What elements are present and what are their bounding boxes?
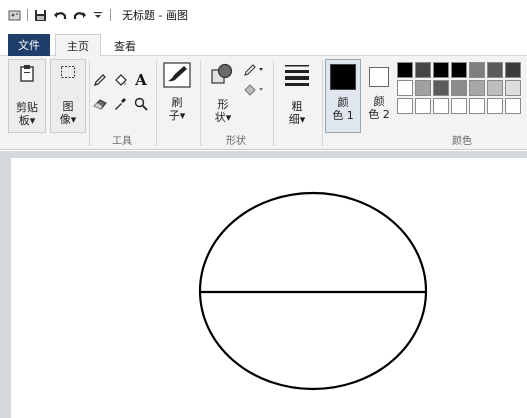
canvas-workspace bbox=[0, 151, 527, 418]
tools-group-label: 工具 bbox=[112, 136, 132, 147]
line-width-icon bbox=[283, 63, 311, 90]
palette-swatch[interactable] bbox=[415, 98, 431, 114]
size-label-1: 粗 bbox=[291, 100, 303, 113]
size-group: 粗 细▾ bbox=[274, 56, 320, 150]
ribbon-tab-bar: 文件 主页 查看 bbox=[0, 30, 527, 57]
palette-swatch[interactable] bbox=[415, 62, 431, 78]
image-label-1: 图 bbox=[62, 100, 74, 113]
clipboard-label-2: 板▾ bbox=[18, 114, 36, 127]
image-button[interactable]: 图 像▾ bbox=[50, 59, 86, 133]
image-label-2: 像▾ bbox=[59, 113, 77, 126]
palette-swatch[interactable] bbox=[469, 80, 485, 96]
size-button[interactable]: 粗 细▾ bbox=[279, 59, 315, 133]
palette-swatch[interactable] bbox=[451, 80, 467, 96]
image-group: 图 像▾ bbox=[50, 56, 86, 150]
pencil-icon[interactable] bbox=[92, 72, 108, 88]
palette-swatch[interactable] bbox=[433, 62, 449, 78]
color-1-button[interactable]: 颜 色 1 bbox=[325, 59, 361, 133]
colors-group: 颜色 bbox=[397, 56, 527, 150]
redo-icon[interactable] bbox=[73, 8, 87, 22]
palette-swatch[interactable] bbox=[469, 98, 485, 114]
palette-swatch[interactable] bbox=[397, 98, 413, 114]
color-2-label-1: 颜 bbox=[373, 95, 385, 108]
quick-access-separator bbox=[27, 9, 28, 21]
customize-dropdown-icon[interactable] bbox=[91, 8, 105, 22]
palette-swatch[interactable] bbox=[451, 98, 467, 114]
palette-swatch[interactable] bbox=[505, 98, 521, 114]
shapes-button[interactable]: 形 状▾ bbox=[205, 59, 241, 133]
window-title: 无标题 - 画图 bbox=[122, 9, 188, 22]
tab-view[interactable]: 查看 bbox=[103, 34, 147, 57]
colors-group-label: 颜色 bbox=[452, 136, 472, 147]
color-2-swatch bbox=[369, 67, 389, 87]
color-1-label-1: 颜 bbox=[337, 96, 349, 109]
shapes-group-label: 形状 bbox=[226, 136, 246, 147]
palette-swatch[interactable] bbox=[415, 80, 431, 96]
palette-swatch[interactable] bbox=[469, 62, 485, 78]
tab-file[interactable]: 文件 bbox=[8, 34, 50, 56]
tab-home[interactable]: 主页 bbox=[55, 34, 101, 57]
fill-icon[interactable] bbox=[112, 72, 128, 88]
title-separator bbox=[110, 9, 111, 21]
palette-swatch[interactable] bbox=[433, 80, 449, 96]
text-icon[interactable]: A bbox=[133, 71, 149, 89]
shapes-group: 形 状▾ 形状 bbox=[201, 56, 271, 150]
eraser-icon[interactable] bbox=[92, 96, 108, 112]
palette-swatch[interactable] bbox=[487, 80, 503, 96]
palette-swatch[interactable] bbox=[505, 80, 521, 96]
color-1-label-2: 色 1 bbox=[332, 109, 354, 122]
brushes-group: 刷 子▾ bbox=[157, 56, 197, 150]
color-2-button[interactable]: 颜 色 2 bbox=[363, 59, 395, 133]
save-icon[interactable] bbox=[33, 8, 47, 22]
paint-app-icon[interactable] bbox=[8, 8, 22, 22]
undo-icon[interactable] bbox=[53, 8, 67, 22]
canvas-drawing bbox=[198, 191, 428, 391]
tools-group: A 工具 bbox=[90, 56, 154, 150]
shapes-label-1: 形 bbox=[217, 98, 229, 111]
brush-icon bbox=[162, 61, 192, 92]
color-2-label-2: 色 2 bbox=[368, 108, 390, 121]
ribbon-separator bbox=[322, 60, 323, 146]
select-icon bbox=[60, 65, 76, 82]
clipboard-label-1: 剪贴 bbox=[16, 101, 38, 114]
color-picker-icon[interactable] bbox=[112, 96, 128, 112]
size-label-2: 细▾ bbox=[288, 113, 306, 126]
brushes-label-2: 子▾ bbox=[168, 109, 186, 122]
shape-fill-icon[interactable] bbox=[243, 82, 265, 98]
color-1-swatch bbox=[330, 64, 356, 90]
shapes-label-2: 状▾ bbox=[214, 111, 232, 124]
palette-swatch[interactable] bbox=[505, 62, 521, 78]
brushes-label-1: 刷 bbox=[171, 96, 183, 109]
palette-swatch[interactable] bbox=[487, 98, 503, 114]
clipboard-icon bbox=[19, 64, 35, 85]
brushes-button[interactable]: 刷 子▾ bbox=[159, 59, 195, 133]
clipboard-button[interactable]: 剪贴 板▾ bbox=[8, 59, 46, 133]
palette-swatch[interactable] bbox=[451, 62, 467, 78]
drawing-canvas[interactable] bbox=[11, 158, 527, 418]
palette-swatch[interactable] bbox=[397, 62, 413, 78]
magnifier-icon[interactable] bbox=[133, 96, 149, 112]
ribbon: 剪贴 板▾ 图 像▾ A 工具 刷 子▾ 形 状▾ 形状 粗 细▾ 颜 色 1 … bbox=[0, 56, 527, 150]
shapes-icon bbox=[210, 63, 236, 88]
outline-icon[interactable] bbox=[243, 62, 265, 78]
palette-swatch[interactable] bbox=[487, 62, 503, 78]
title-bar: 无标题 - 画图 bbox=[0, 0, 527, 30]
palette-swatch[interactable] bbox=[397, 80, 413, 96]
clipboard-group: 剪贴 板▾ bbox=[8, 56, 46, 150]
palette-swatch[interactable] bbox=[433, 98, 449, 114]
